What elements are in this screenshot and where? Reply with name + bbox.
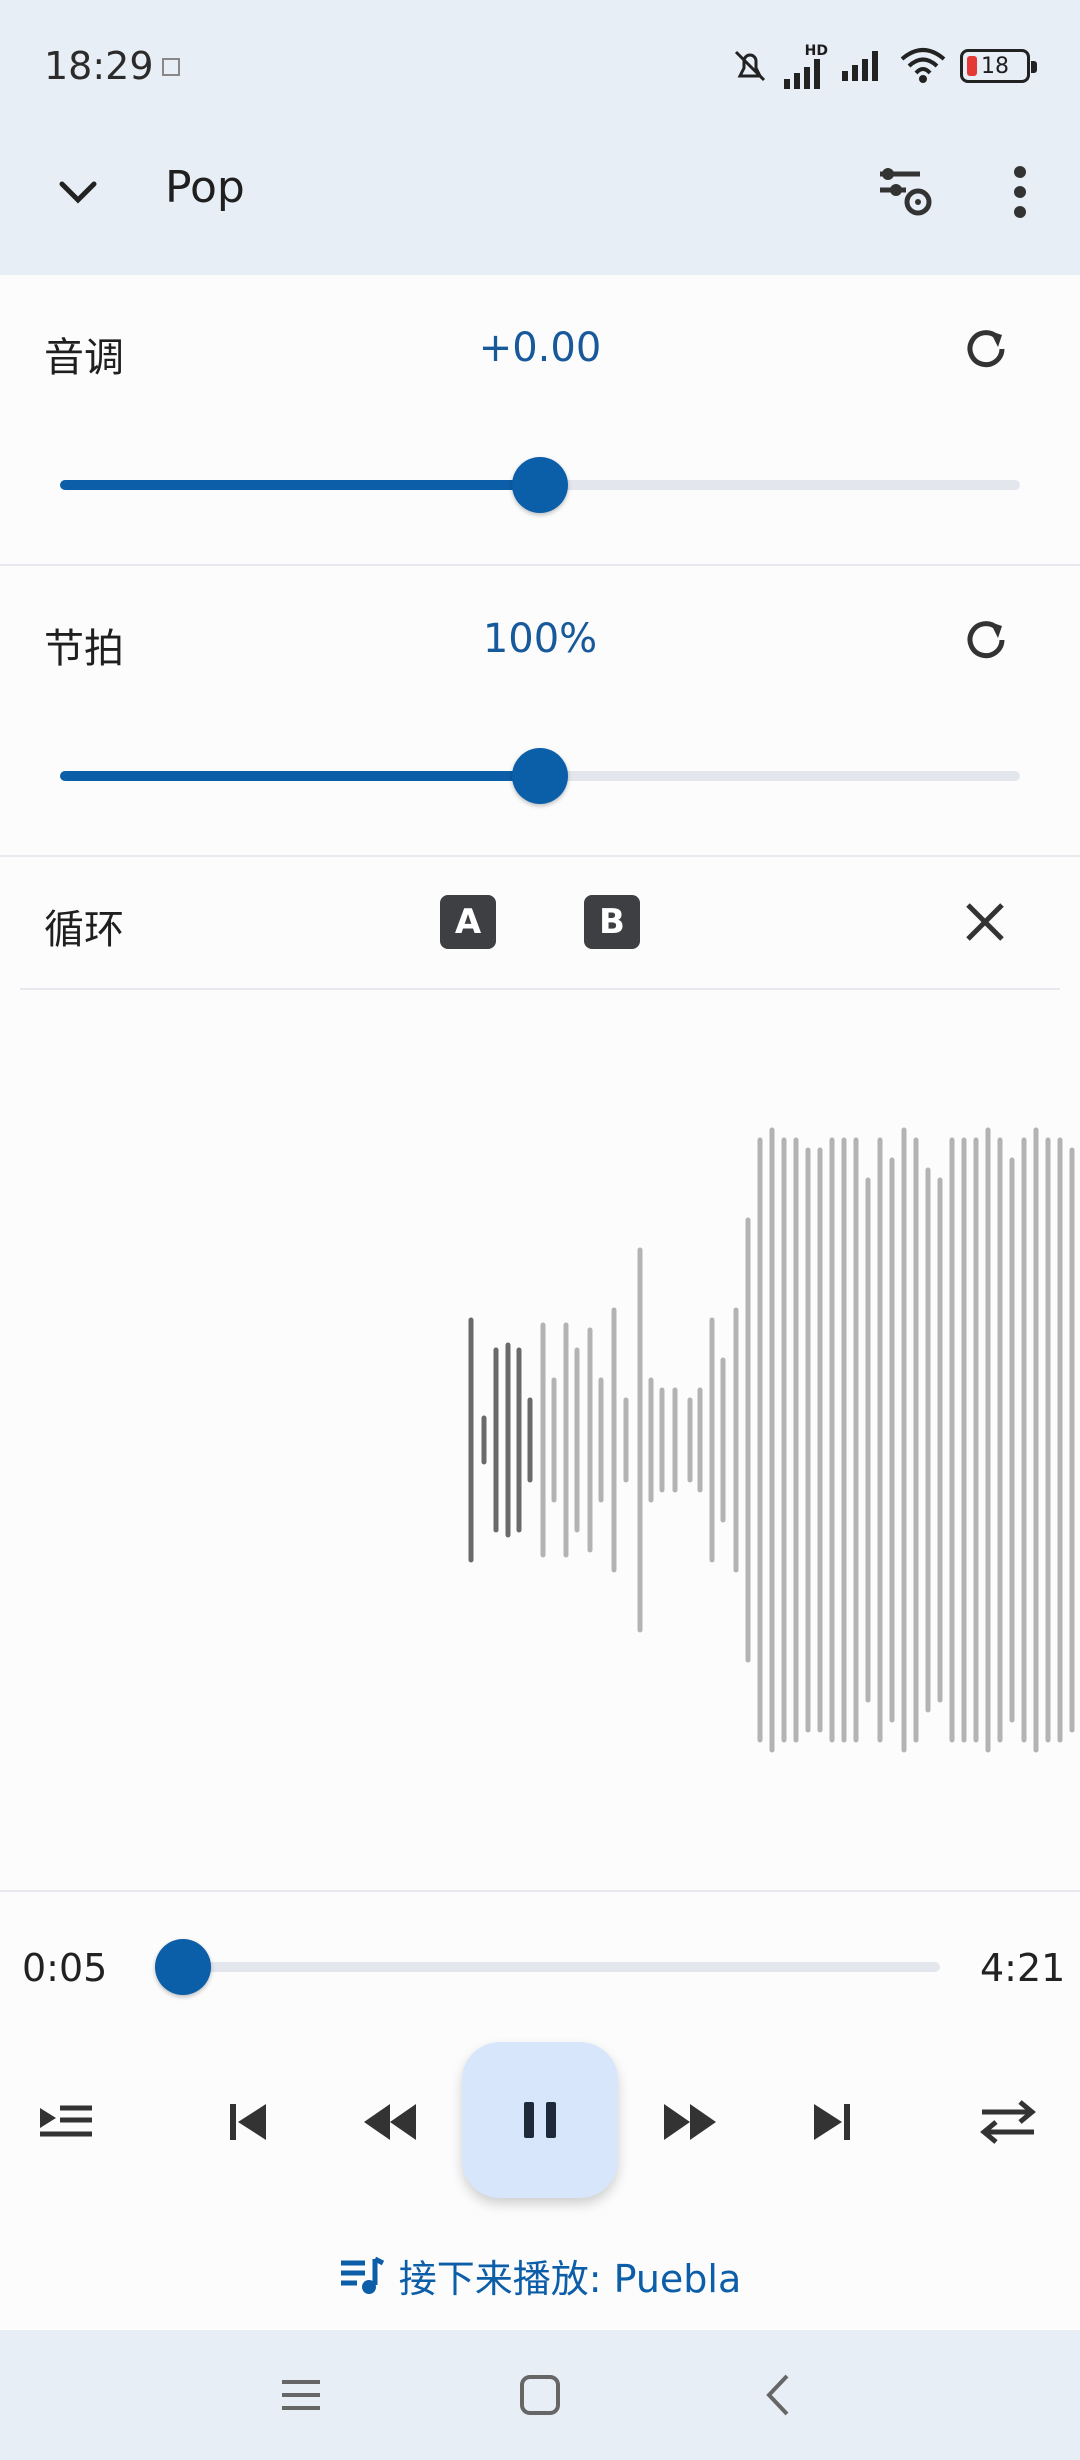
pitch-reset-icon[interactable] <box>960 323 1012 375</box>
loop-label: 循环 <box>44 907 124 953</box>
rewind-icon[interactable] <box>358 2090 422 2154</box>
tempo-slider[interactable] <box>60 748 1020 804</box>
tempo-value: 100% <box>482 616 598 662</box>
tempo-reset-icon[interactable] <box>960 614 1012 666</box>
more-vert-icon[interactable] <box>1000 162 1040 222</box>
waveform[interactable] <box>0 990 1080 1890</box>
loop-section: 循环 A B <box>0 857 1080 987</box>
menu-icon[interactable] <box>276 2370 326 2420</box>
duration-time: 4:21 <box>980 1946 1066 1990</box>
pause-button[interactable] <box>462 2042 618 2198</box>
status-time: 18:29 <box>44 44 154 88</box>
tempo-section: 节拍 100% <box>0 566 1080 856</box>
playlist-music-icon <box>340 2256 384 2294</box>
pitch-slider-active <box>60 480 540 490</box>
pitch-value: +0.00 <box>478 325 602 371</box>
hd-label: HD <box>804 43 828 59</box>
top-bar: 18:29 HD 18 Pop <box>0 0 1080 275</box>
page-title: Pop <box>165 162 245 213</box>
seek-thumb[interactable] <box>155 1939 212 1995</box>
seek-bar[interactable] <box>155 1939 940 1995</box>
loop-b-button[interactable]: B <box>584 895 640 949</box>
tempo-slider-active <box>60 771 540 781</box>
elapsed-time: 0:05 <box>22 1946 108 1990</box>
back-icon[interactable] <box>755 2370 805 2420</box>
skip-next-icon[interactable] <box>800 2090 864 2154</box>
signal-icon-1 <box>784 59 820 89</box>
close-icon[interactable] <box>962 899 1008 945</box>
next-up[interactable]: 接下来播放: Puebla <box>0 2250 1080 2301</box>
battery-indicator: 18 <box>960 49 1037 83</box>
tune-settings-icon[interactable] <box>876 164 936 220</box>
skip-previous-icon[interactable] <box>216 2090 280 2154</box>
wifi-icon <box>900 48 946 83</box>
signal-icon-2 <box>842 51 878 81</box>
notification-icon <box>162 58 180 76</box>
pitch-slider-thumb[interactable] <box>512 457 568 513</box>
pause-icon <box>524 2102 556 2138</box>
loop-a-button[interactable]: A <box>440 895 496 949</box>
tempo-slider-thumb[interactable] <box>512 748 568 804</box>
navigation-bar <box>0 2330 1080 2460</box>
chevron-down-icon[interactable] <box>56 170 100 214</box>
next-up-text: 接下来播放: Puebla <box>398 2256 742 2301</box>
pitch-slider[interactable] <box>60 457 1020 513</box>
pitch-section: 音调 +0.00 <box>0 275 1080 565</box>
fast-forward-icon[interactable] <box>658 2090 722 2154</box>
status-right: HD 18 <box>730 43 1037 89</box>
queue-icon[interactable] <box>34 2090 98 2154</box>
bell-off-icon <box>734 50 766 82</box>
battery-level: 18 <box>981 53 1009 79</box>
repeat-icon[interactable] <box>976 2090 1040 2154</box>
divider <box>0 1890 1080 1892</box>
home-icon[interactable] <box>515 2370 565 2420</box>
